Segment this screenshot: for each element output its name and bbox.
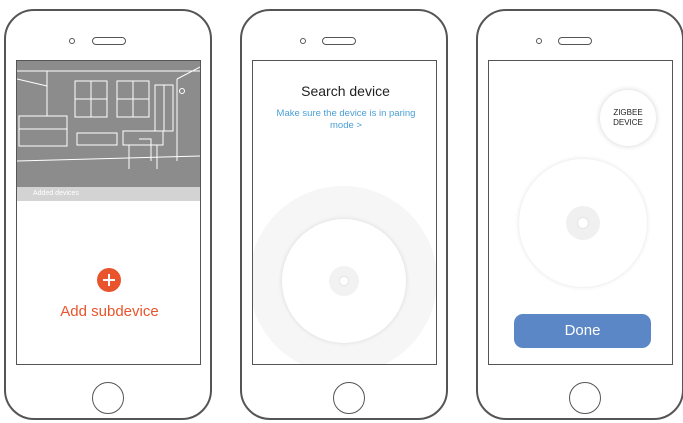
home-button[interactable] [569,382,601,414]
camera-dot-icon [536,38,542,44]
speaker-icon [558,37,592,45]
radar-center-dot [578,218,588,228]
camera-dot-icon [69,38,75,44]
zigbee-device-badge[interactable]: ZIGBEE DEVICE [600,90,656,146]
home-button[interactable] [333,382,365,414]
page-title: Search device [301,83,390,99]
phone-search-device: Search device Make sure the device is in… [240,9,448,420]
speaker-icon [322,37,356,45]
pairing-mode-link[interactable]: Make sure the device is in paring mode > [271,108,421,132]
radar-center-dot [340,277,348,285]
speaker-icon [92,37,126,45]
camera-dot-icon [300,38,306,44]
added-devices-bar: Added devices [17,187,200,201]
phone-add-subdevice: Added devices Add subdevice [4,9,212,420]
plus-icon[interactable] [97,268,121,292]
home-button[interactable] [92,382,124,414]
done-button[interactable]: Done [514,314,651,348]
phone-device-found: Done ZIGBEE DEVICE [476,9,683,420]
screen: Added devices Add subdevice [16,60,201,365]
room-illustration [17,61,200,189]
screen: Search device Make sure the device is in… [252,60,437,365]
add-subdevice-link[interactable]: Add subdevice [17,303,200,320]
